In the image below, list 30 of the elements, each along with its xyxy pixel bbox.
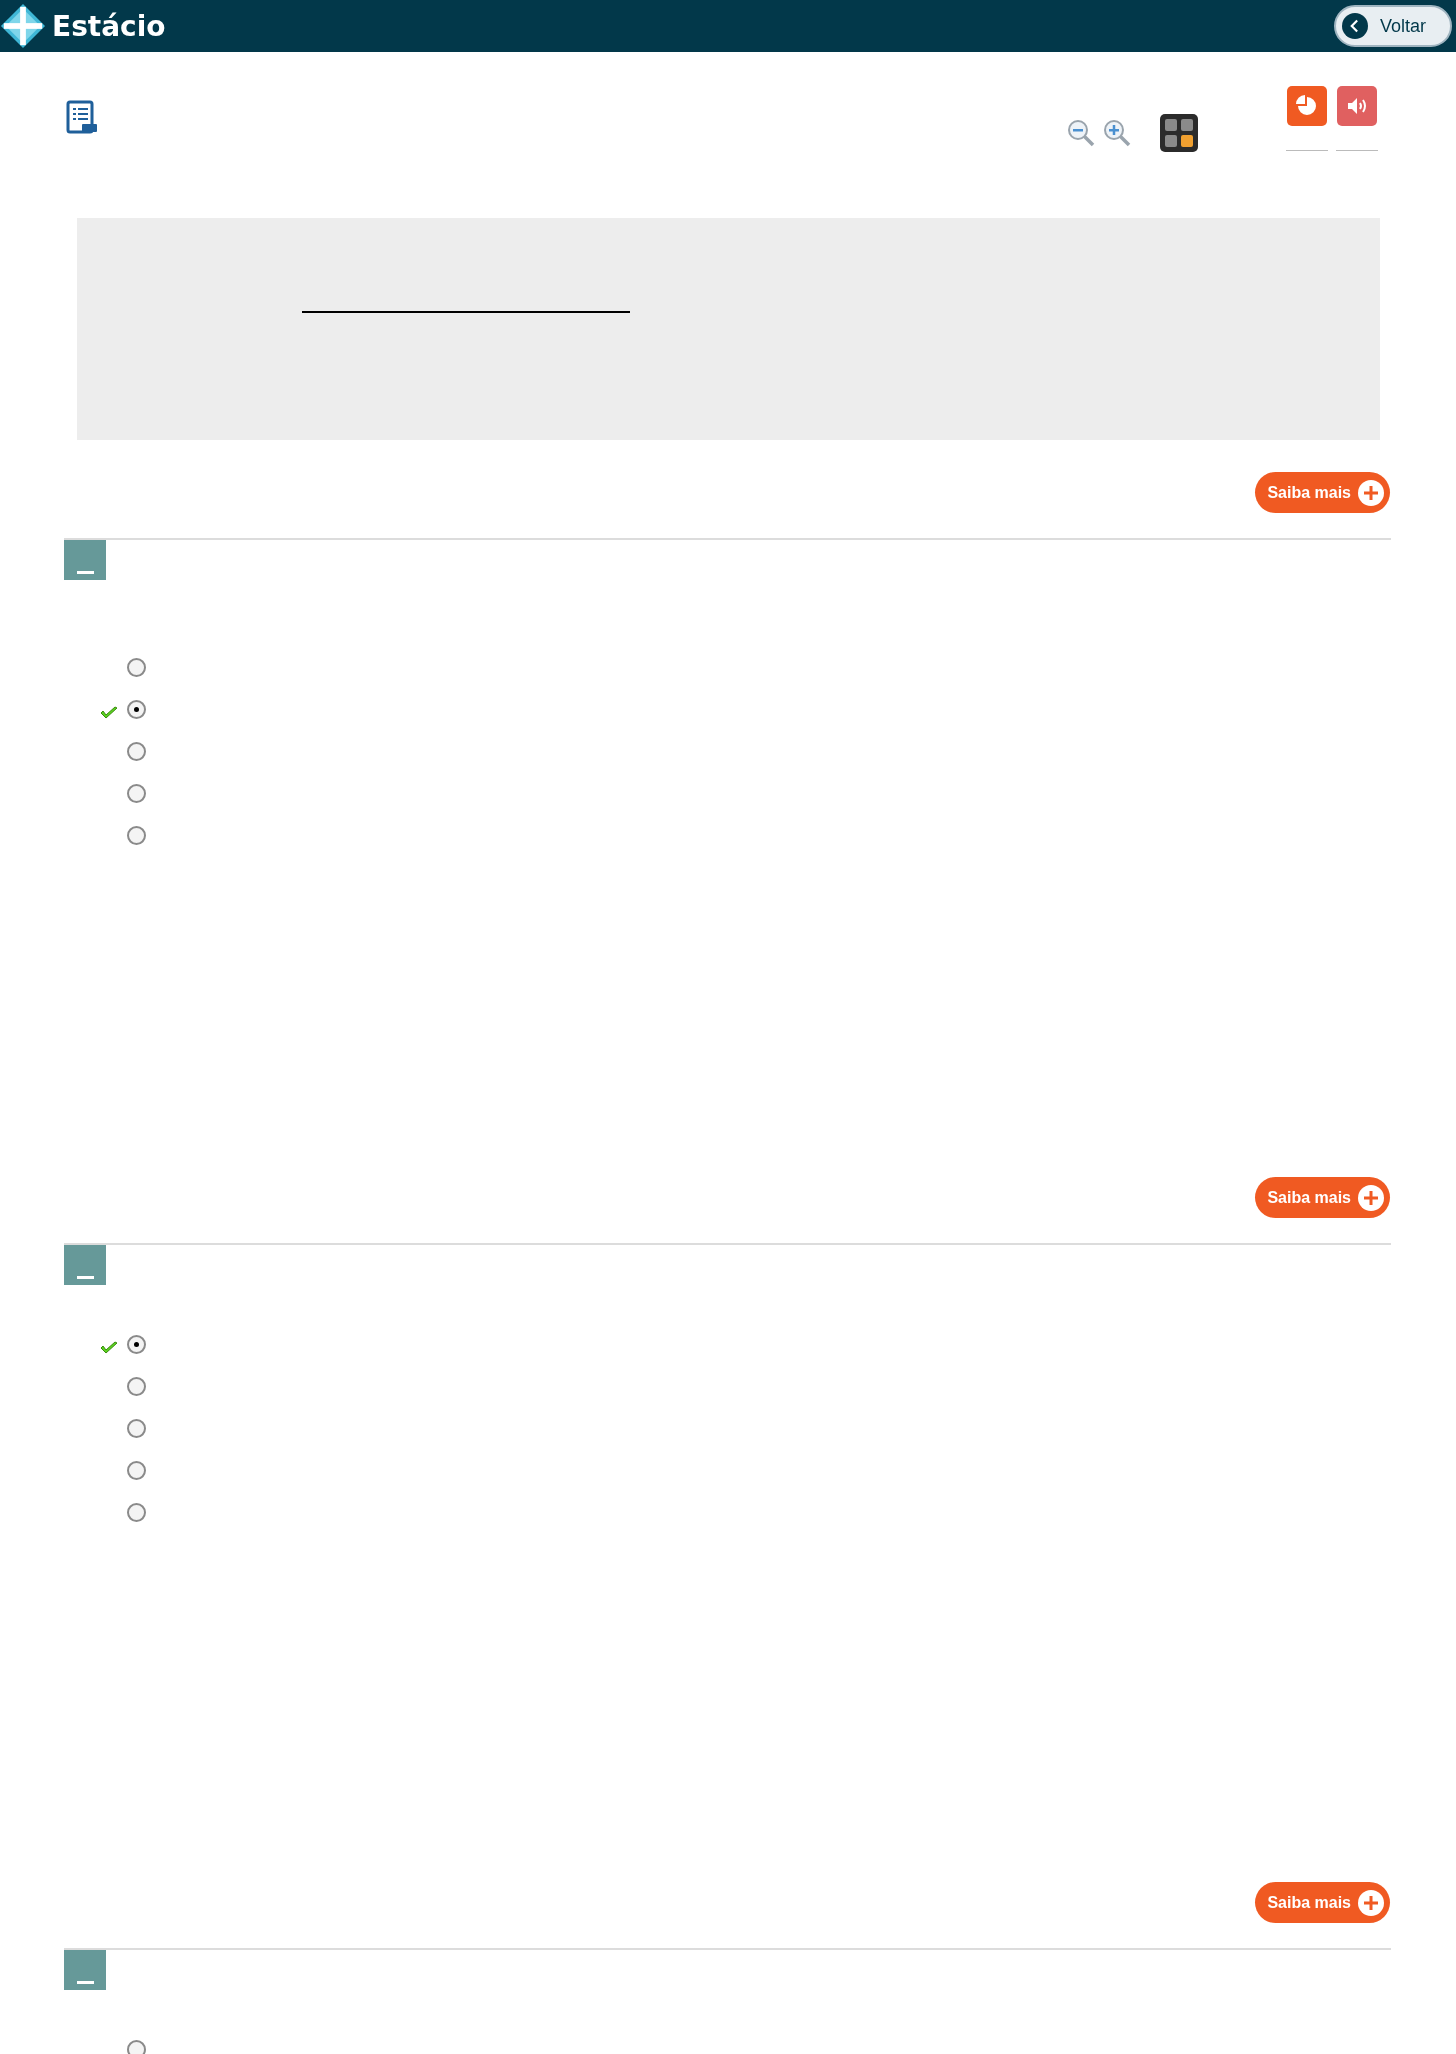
plus-icon [1357, 1888, 1385, 1917]
zoom-in-icon[interactable] [1102, 118, 1132, 148]
question-marker [64, 1950, 106, 1990]
plus-icon [1357, 478, 1385, 507]
plus-icon [1357, 1183, 1385, 1212]
brand-name: Estácio [52, 9, 166, 43]
question-marker [64, 540, 106, 580]
zoom-out-icon[interactable] [1066, 118, 1096, 148]
learn-more-button[interactable]: Saiba mais [1255, 472, 1390, 513]
learn-more-button[interactable]: Saiba mais [1255, 1882, 1390, 1923]
pie-chart-icon [1295, 94, 1319, 118]
back-button[interactable]: Voltar [1333, 5, 1452, 47]
chart-button[interactable] [1287, 86, 1327, 126]
radio-button[interactable] [127, 1334, 146, 1354]
document-icon[interactable] [66, 100, 98, 136]
radio-button[interactable] [127, 699, 146, 719]
logo-icon [0, 3, 46, 49]
radio-button[interactable] [127, 741, 146, 761]
radio-button[interactable] [127, 825, 146, 845]
calculator-icon[interactable] [1160, 114, 1198, 152]
radio-button[interactable] [127, 1502, 146, 1522]
radio-button[interactable] [127, 1418, 146, 1438]
radio-button[interactable] [127, 1376, 146, 1396]
radio-button[interactable] [127, 783, 146, 803]
question-marker [64, 1245, 106, 1285]
audio-button[interactable] [1337, 86, 1377, 126]
radio-button[interactable] [127, 657, 146, 677]
radio-button[interactable] [127, 2039, 146, 2054]
learn-more-button[interactable]: Saiba mais [1255, 1177, 1390, 1218]
radio-button[interactable] [127, 1460, 146, 1480]
